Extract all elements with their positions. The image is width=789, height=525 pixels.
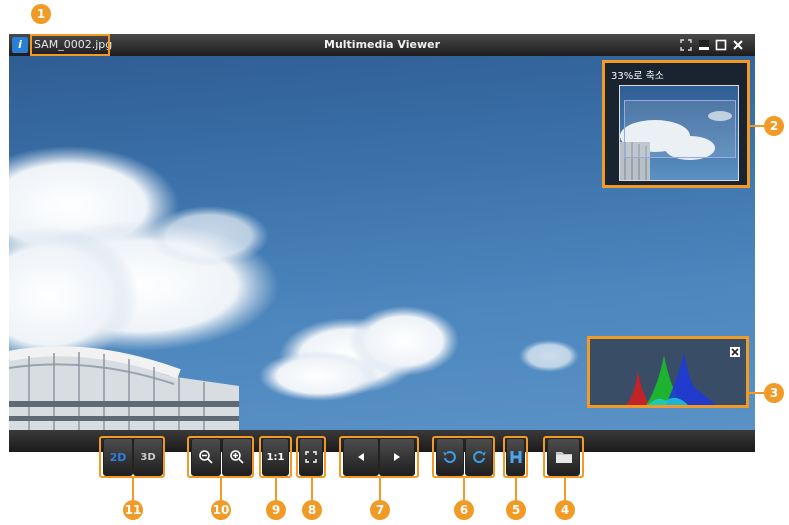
- callout-2: 2: [764, 116, 784, 136]
- zoom-level-label: 33%로 축소: [611, 71, 665, 82]
- fit-screen-group: [296, 436, 326, 478]
- callout-6-line: [463, 478, 465, 500]
- callout-7: 7: [370, 500, 390, 520]
- mode-3d-label: 3D: [140, 451, 156, 463]
- rotate-group: [432, 436, 495, 478]
- callout-7-line: [379, 478, 381, 500]
- callout-5: 5: [506, 500, 526, 520]
- title-bar[interactable]: i SAM_0002.jpg Multimedia Viewer: [9, 34, 755, 56]
- fit-to-screen-button[interactable]: [299, 438, 323, 476]
- navigator-thumbnail[interactable]: [619, 85, 739, 181]
- next-button[interactable]: [379, 438, 415, 476]
- histogram-icon: [510, 451, 521, 463]
- callout-4-line: [564, 478, 566, 500]
- histogram-toggle-button[interactable]: [506, 438, 525, 476]
- callout-8-line: [311, 478, 313, 500]
- navigation-group: [339, 436, 419, 478]
- zoom-out-button[interactable]: [191, 438, 221, 476]
- open-folder-group: [543, 436, 584, 478]
- histogram-panel: [587, 336, 749, 408]
- view-mode-group: 2D 3D: [99, 436, 165, 478]
- folder-icon: [555, 452, 572, 463]
- callout-1-frame: [30, 34, 110, 56]
- navigator-panel[interactable]: 33%로 축소: [602, 60, 750, 188]
- callout-3-line: [749, 392, 764, 394]
- fullscreen-icon[interactable]: [679, 38, 692, 51]
- maximize-icon[interactable]: [714, 38, 727, 51]
- callout-11-line: [132, 478, 134, 500]
- rotate-right-button[interactable]: [465, 438, 493, 476]
- callout-8: 8: [302, 500, 322, 520]
- callout-2-line: [750, 125, 764, 127]
- navigator-view-frame[interactable]: [624, 100, 736, 158]
- previous-icon: [358, 453, 364, 461]
- minimize-icon[interactable]: [697, 38, 710, 51]
- fit-screen-icon: [305, 451, 317, 463]
- callout-5-line: [515, 478, 517, 500]
- previous-button[interactable]: [343, 438, 379, 476]
- callout-11: 11: [123, 500, 143, 520]
- histogram-chart: [626, 353, 716, 405]
- zoom-in-button[interactable]: [222, 438, 252, 476]
- zoom-group: [187, 436, 254, 478]
- actual-size-label: 1:1: [266, 451, 285, 463]
- mode-2d-label: 2D: [109, 450, 127, 464]
- next-icon: [394, 453, 400, 461]
- callout-10: 10: [211, 500, 231, 520]
- window-title: Multimedia Viewer: [324, 38, 440, 51]
- callout-9: 9: [266, 500, 286, 520]
- callout-4: 4: [555, 500, 575, 520]
- zoom-in-icon: [230, 450, 244, 464]
- close-icon[interactable]: [731, 38, 744, 51]
- histogram-toggle-group: [503, 436, 528, 478]
- rotate-left-button[interactable]: [436, 438, 464, 476]
- zoom-out-icon: [199, 450, 213, 464]
- actual-size-group: 1:1: [259, 436, 292, 478]
- mode-3d-button[interactable]: 3D: [133, 438, 163, 476]
- mode-2d-button[interactable]: 2D: [103, 438, 133, 476]
- callout-3: 3: [764, 383, 784, 403]
- open-folder-button[interactable]: [547, 438, 580, 476]
- actual-size-button[interactable]: 1:1: [262, 438, 289, 476]
- callout-1: 1: [31, 4, 51, 24]
- callout-10-line: [220, 478, 222, 500]
- callout-9-line: [275, 478, 277, 500]
- rotate-left-icon: [443, 451, 456, 464]
- rotate-right-icon: [473, 451, 486, 464]
- callout-6: 6: [454, 500, 474, 520]
